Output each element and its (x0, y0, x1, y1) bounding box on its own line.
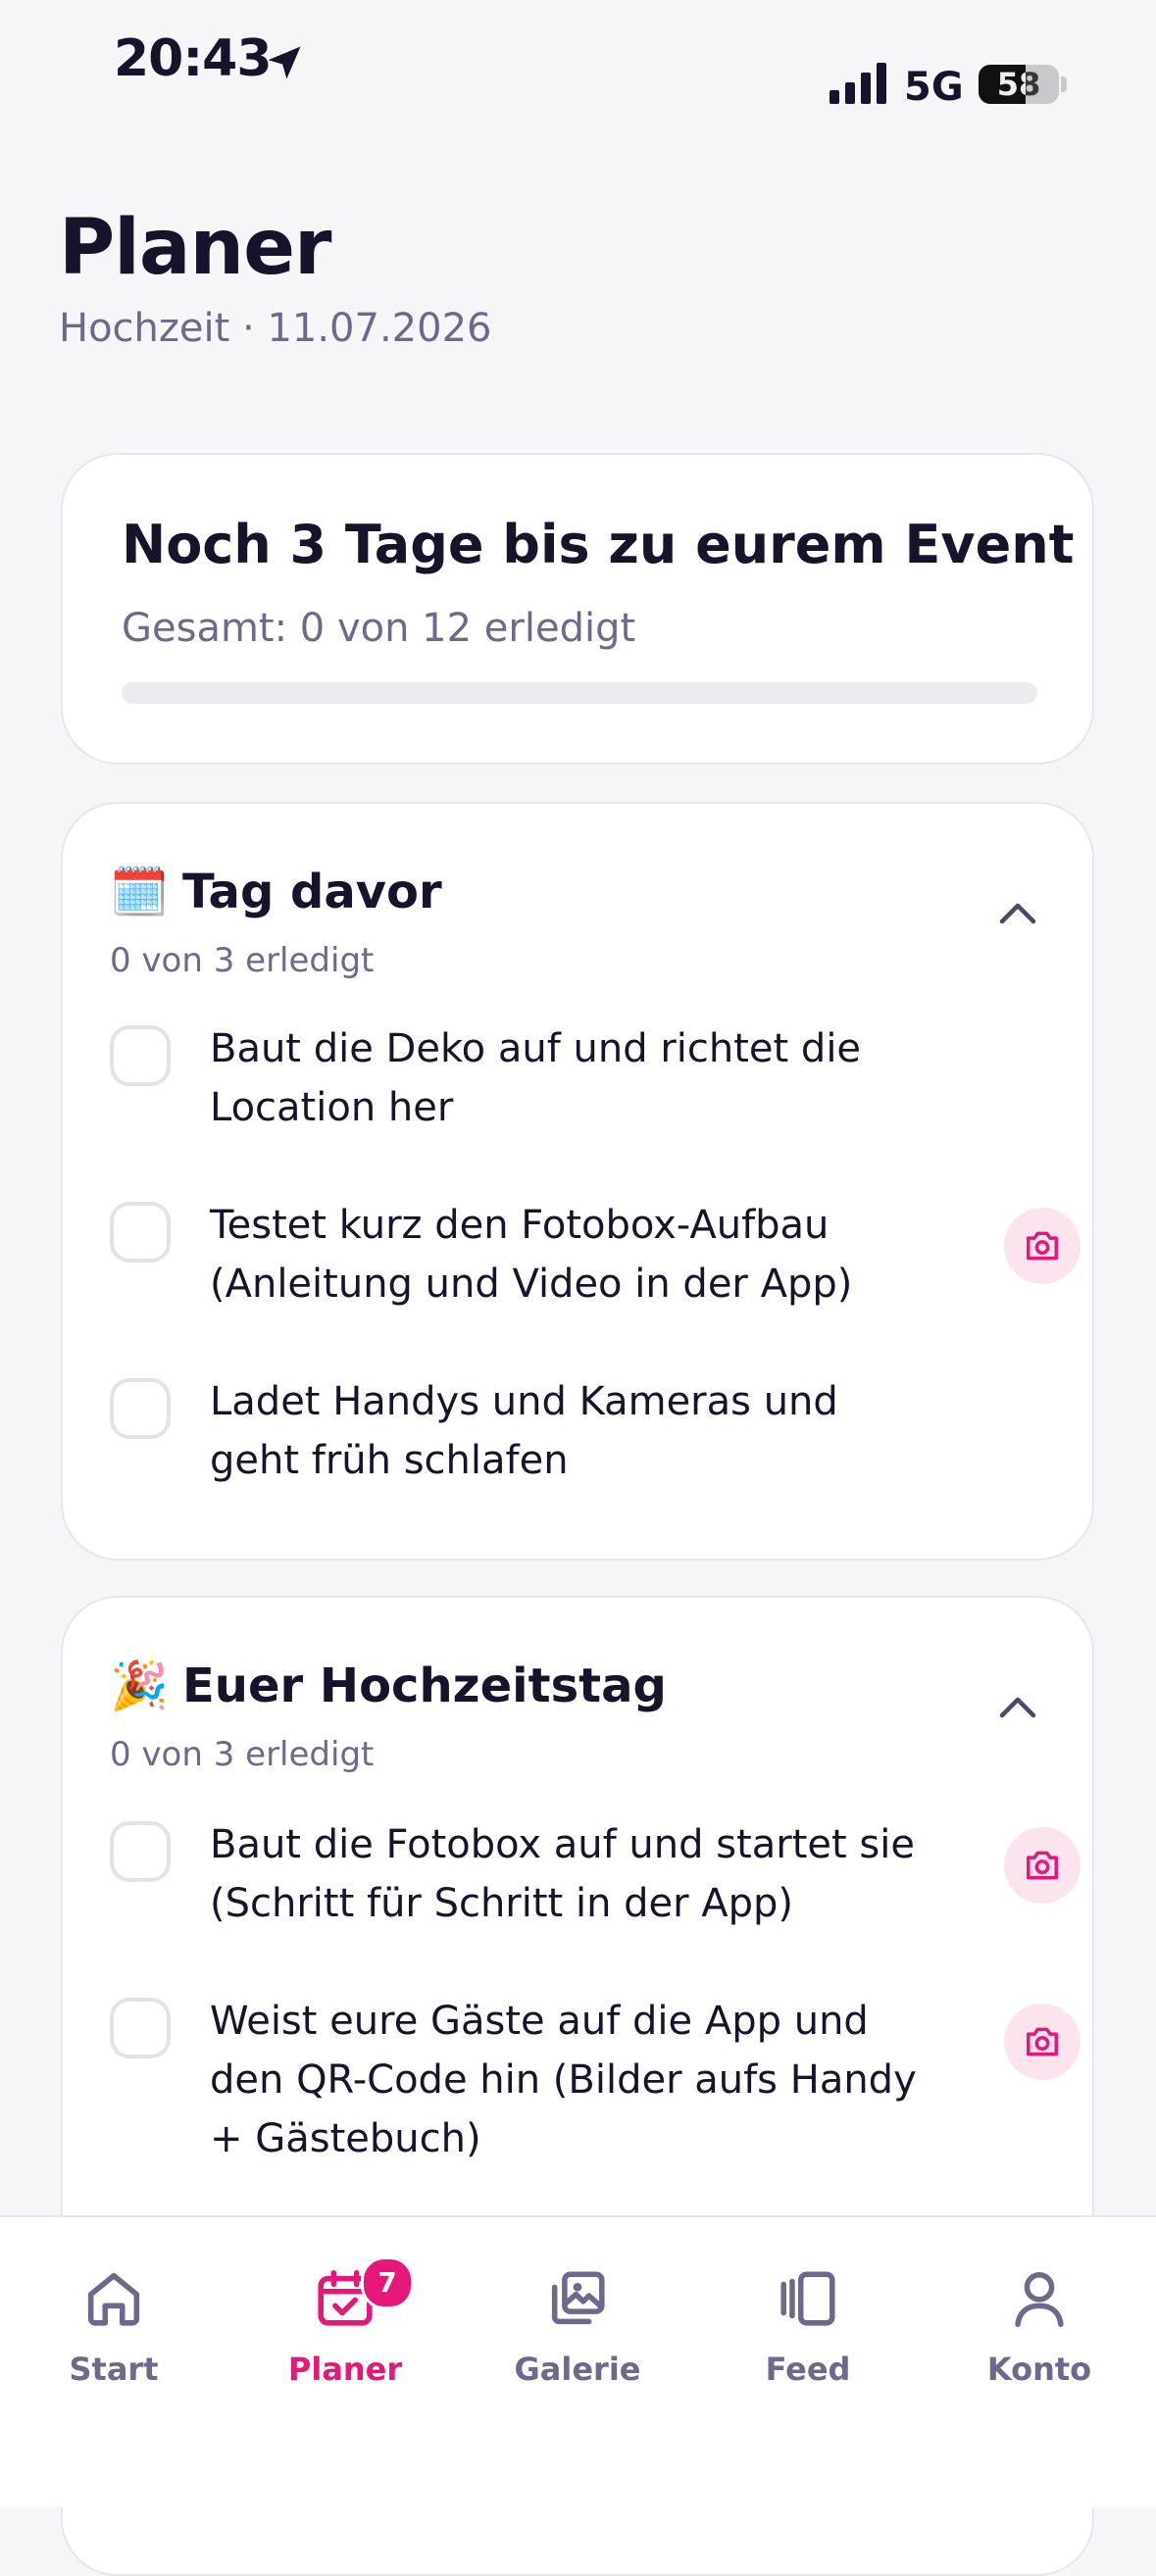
battery-level: 58 (996, 66, 1041, 103)
total-progress-bar (122, 682, 1037, 704)
location-arrow-icon (268, 46, 301, 79)
camera-button[interactable] (1004, 2004, 1081, 2080)
party-popper-emoji-icon: 🎉 (110, 1659, 169, 1713)
nav-label: Planer (287, 2351, 403, 2388)
task-checkbox[interactable] (110, 1202, 171, 1263)
nav-label: Konto (986, 2351, 1092, 2388)
nav-galerie[interactable]: Galerie (479, 2264, 676, 2388)
home-icon (87, 2272, 140, 2326)
user-icon (1015, 2272, 1064, 2328)
network-type: 5G (904, 65, 964, 110)
task-item[interactable]: Baut die Fotobox auf und startet sie (Sc… (110, 1815, 1081, 1933)
section-title: Tag davor (182, 865, 442, 919)
camera-icon (1027, 2027, 1058, 2056)
status-time: 20:43 (114, 29, 273, 88)
camera-icon (1027, 1231, 1058, 1261)
section-title: Euer Hochzeitstag (182, 1659, 667, 1713)
nav-badge: 7 (361, 2256, 414, 2309)
nav-konto[interactable]: Konto (941, 2264, 1137, 2388)
task-checkbox[interactable] (110, 1821, 171, 1882)
task-item[interactable]: Baut die Deko auf und richtet die Locati… (110, 1019, 1051, 1137)
total-progress-text: Gesamt: 0 von 12 erledigt (122, 606, 636, 651)
bottom-navigation: Start 7 Planer Galerie Feed Konto (0, 2215, 1156, 2507)
section-day-before: 🗓️ Tag davor 0 von 3 erledigt Baut die D… (61, 802, 1094, 1560)
chevron-up-icon[interactable] (996, 898, 1039, 927)
nav-feed[interactable]: Feed (710, 2264, 906, 2388)
battery-cap (1061, 76, 1067, 92)
section-progress-text: 0 von 3 erledigt (110, 941, 375, 980)
task-checkbox[interactable] (110, 1998, 171, 2058)
task-text: Testet kurz den Fotobox-Aufbau (Anleitun… (210, 1203, 853, 1307)
page-title: Planer (59, 204, 331, 292)
cellular-signal-icon (829, 63, 886, 104)
nav-start[interactable]: Start (16, 2264, 212, 2388)
countdown-card: Noch 3 Tage bis zu eurem Event Gesamt: 0… (61, 453, 1094, 765)
task-checkbox[interactable] (110, 1378, 171, 1439)
section-progress-text: 0 von 3 erledigt (110, 1735, 375, 1774)
status-bar: 20:43 5G 58 (0, 0, 1156, 127)
task-item[interactable]: Testet kurz den Fotobox-Aufbau (Anleitun… (110, 1196, 1081, 1313)
countdown-title: Noch 3 Tage bis zu eurem Event (122, 514, 1075, 575)
feed-icon (780, 2271, 835, 2326)
nav-label: Galerie (514, 2351, 641, 2388)
camera-button[interactable] (1004, 1208, 1081, 1284)
task-text: Ladet Handys und Kameras und geht früh s… (210, 1379, 838, 1483)
task-checkbox[interactable] (110, 1025, 171, 1086)
battery-icon: 58 (979, 65, 1059, 104)
nav-label: Start (69, 2351, 159, 2388)
nav-label: Feed (765, 2351, 851, 2388)
task-item[interactable]: Ladet Handys und Kameras und geht früh s… (110, 1372, 1051, 1490)
task-item[interactable]: Weist eure Gäste auf die App und den QR-… (110, 1992, 1081, 2168)
chevron-up-icon[interactable] (996, 1692, 1039, 1721)
camera-button[interactable] (1004, 1827, 1081, 1904)
camera-icon (1027, 1851, 1058, 1880)
task-text: Weist eure Gäste auf die App und den QR-… (210, 1999, 917, 2161)
page-subtitle: Hochzeit · 11.07.2026 (59, 306, 492, 351)
calendar-emoji-icon: 🗓️ (110, 865, 169, 919)
task-text: Baut die Fotobox auf und startet sie (Sc… (210, 1822, 915, 1926)
gallery-icon (551, 2271, 605, 2325)
nav-planer[interactable]: 7 Planer (247, 2256, 443, 2388)
task-text: Baut die Deko auf und richtet die Locati… (210, 1026, 862, 1130)
